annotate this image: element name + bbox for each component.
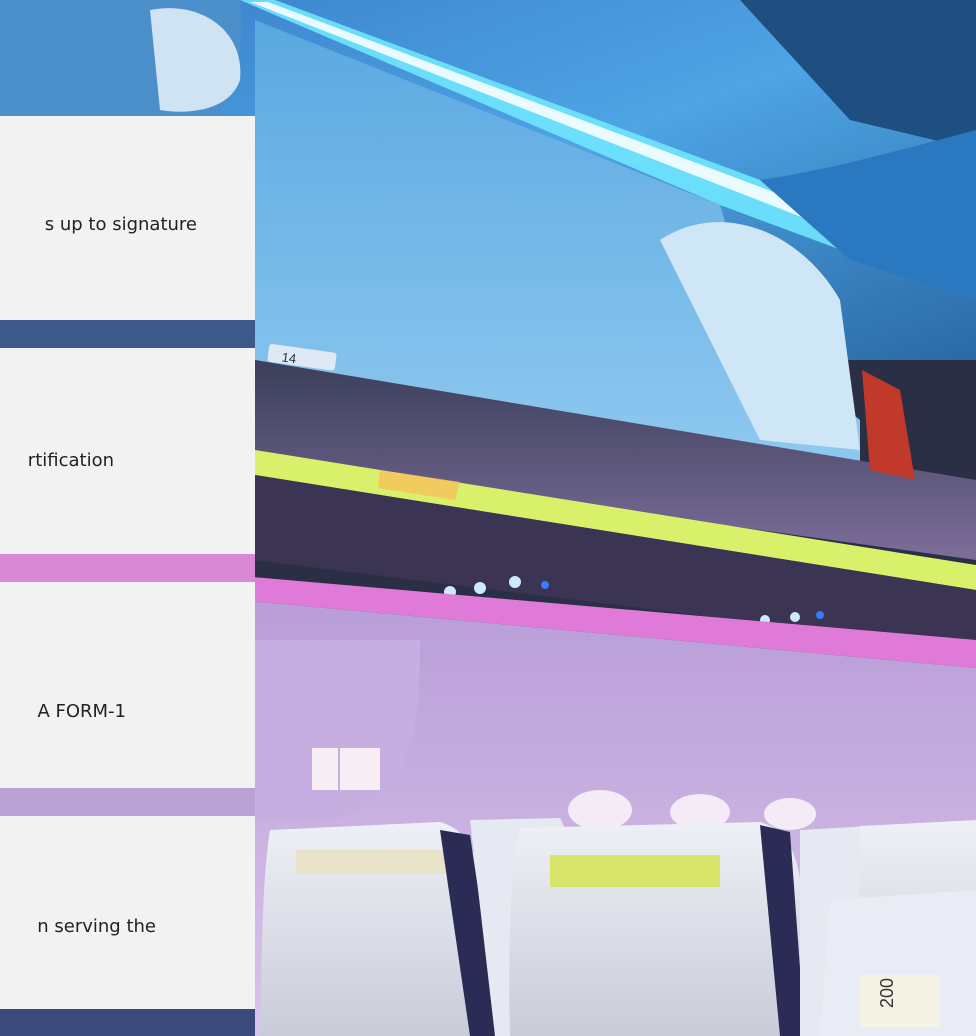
gap-strip <box>0 1009 255 1036</box>
panel-4-text: n serving the <box>37 916 156 937</box>
reading-light <box>790 612 800 622</box>
gap-strip <box>0 320 255 348</box>
cabin-sign <box>340 748 380 790</box>
overlay-panel-1: s up to signature <box>0 116 255 320</box>
cabin-window <box>764 798 816 830</box>
panel-2-text: rtification <box>27 450 114 471</box>
panel-3-text: A FORM-1 <box>37 701 126 722</box>
seat-pocket-card <box>296 850 446 874</box>
seatback-card <box>860 975 940 1027</box>
bin-number-14: 14 <box>281 350 297 367</box>
call-light <box>541 581 549 589</box>
seat-pocket-card <box>550 855 720 887</box>
call-light <box>816 611 824 619</box>
cabin-sign <box>312 748 338 790</box>
seatback-card-text: 200 <box>877 978 897 1008</box>
overlay-panel-2: rtification <box>0 348 255 554</box>
seat-back <box>509 822 802 1036</box>
overlay-panel-3: A FORM-1 <box>0 582 255 788</box>
cabin-window <box>568 790 632 830</box>
gap-strip <box>0 554 255 582</box>
bag-in-bin <box>862 370 915 480</box>
overlay-panel-4: n serving the <box>0 816 255 1009</box>
gap-strip <box>0 788 255 816</box>
reading-light <box>474 582 486 594</box>
reading-light <box>509 576 521 588</box>
panel-1-text: s up to signature <box>44 214 197 235</box>
